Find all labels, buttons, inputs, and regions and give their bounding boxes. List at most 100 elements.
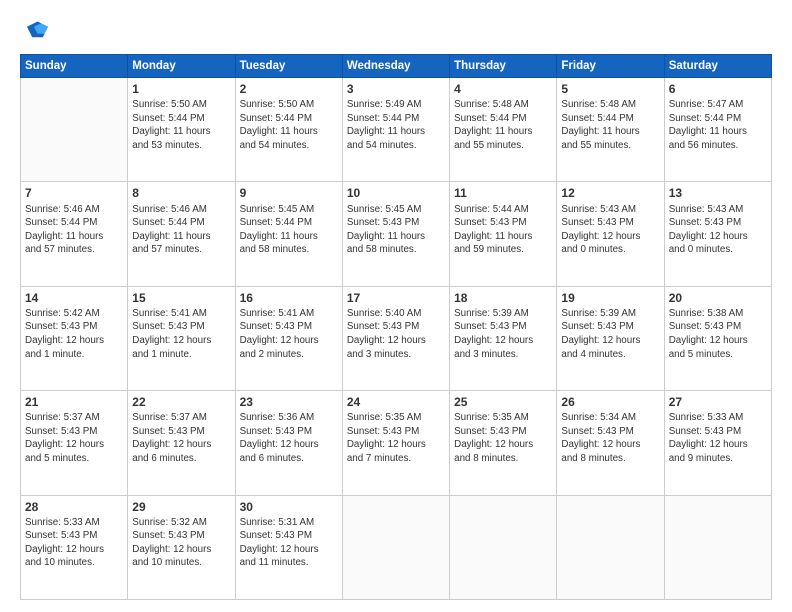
table-row: 11 Sunrise: 5:44 AM Sunset: 5:43 PM Dayli… xyxy=(450,182,557,286)
table-row: 23Sunrise: 5:36 AM Sunset: 5:43 PM Dayli… xyxy=(235,391,342,495)
table-row: 19Sunrise: 5:39 AM Sunset: 5:43 PM Dayli… xyxy=(557,286,664,390)
cell-info: Sunrise: 5:46 AM Sunset: 5:44 PM Dayligh… xyxy=(25,203,123,257)
cell-info: Sunrise: 5:39 AM Sunset: 5:43 PM Dayligh… xyxy=(561,307,659,361)
cell-info: Sunrise: 5:41 AM Sunset: 5:43 PM Dayligh… xyxy=(132,307,230,361)
table-row: 27Sunrise: 5:33 AM Sunset: 5:43 PM Dayli… xyxy=(664,391,771,495)
cell-info: Sunrise: 5:37 AM Sunset: 5:43 PM Dayligh… xyxy=(25,411,123,465)
cell-info: Sunrise: 5:37 AM Sunset: 5:43 PM Dayligh… xyxy=(132,411,230,465)
header-wednesday: Wednesday xyxy=(342,55,449,78)
cell-info: Sunrise: 5:46 AM Sunset: 5:44 PM Dayligh… xyxy=(132,203,230,257)
cell-info: Sunrise: 5:42 AM Sunset: 5:43 PM Dayligh… xyxy=(25,307,123,361)
table-row xyxy=(450,495,557,599)
table-row: 25Sunrise: 5:35 AM Sunset: 5:43 PM Dayli… xyxy=(450,391,557,495)
cell-info: Sunrise: 5:35 AM Sunset: 5:43 PM Dayligh… xyxy=(347,411,445,465)
day-number: 22 xyxy=(132,394,230,410)
day-number: 8 xyxy=(132,185,230,201)
table-row xyxy=(557,495,664,599)
day-number: 14 xyxy=(25,290,123,306)
calendar-week-row: 28Sunrise: 5:33 AM Sunset: 5:43 PM Dayli… xyxy=(21,495,772,599)
day-number: 24 xyxy=(347,394,445,410)
table-row: 29Sunrise: 5:32 AM Sunset: 5:43 PM Dayli… xyxy=(128,495,235,599)
header-tuesday: Tuesday xyxy=(235,55,342,78)
cell-info: Sunrise: 5:41 AM Sunset: 5:43 PM Dayligh… xyxy=(240,307,338,361)
day-number: 1 xyxy=(132,81,230,97)
day-number: 29 xyxy=(132,499,230,515)
day-number: 19 xyxy=(561,290,659,306)
cell-info: Sunrise: 5:43 AM Sunset: 5:43 PM Dayligh… xyxy=(561,203,659,257)
cell-info: Sunrise: 5:33 AM Sunset: 5:43 PM Dayligh… xyxy=(25,516,123,570)
day-number: 11 xyxy=(454,185,552,201)
table-row: 9 Sunrise: 5:45 AM Sunset: 5:44 PM Daylig… xyxy=(235,182,342,286)
table-row: 7 Sunrise: 5:46 AM Sunset: 5:44 PM Daylig… xyxy=(21,182,128,286)
header-friday: Friday xyxy=(557,55,664,78)
day-number: 23 xyxy=(240,394,338,410)
day-number: 17 xyxy=(347,290,445,306)
table-row: 20Sunrise: 5:38 AM Sunset: 5:43 PM Dayli… xyxy=(664,286,771,390)
calendar-week-row: 1Sunrise: 5:50 AM Sunset: 5:44 PM Daylig… xyxy=(21,78,772,182)
cell-info: Sunrise: 5:43 AM Sunset: 5:43 PM Dayligh… xyxy=(669,203,767,257)
day-number: 13 xyxy=(669,185,767,201)
day-number: 12 xyxy=(561,185,659,201)
calendar-week-row: 14Sunrise: 5:42 AM Sunset: 5:43 PM Dayli… xyxy=(21,286,772,390)
table-row: 13 Sunrise: 5:43 AM Sunset: 5:43 PM Dayli… xyxy=(664,182,771,286)
day-number: 3 xyxy=(347,81,445,97)
day-number: 30 xyxy=(240,499,338,515)
table-row: 21Sunrise: 5:37 AM Sunset: 5:43 PM Dayli… xyxy=(21,391,128,495)
table-row: 26Sunrise: 5:34 AM Sunset: 5:43 PM Dayli… xyxy=(557,391,664,495)
cell-info: Sunrise: 5:45 AM Sunset: 5:43 PM Dayligh… xyxy=(347,203,445,257)
calendar-week-row: 7 Sunrise: 5:46 AM Sunset: 5:44 PM Daylig… xyxy=(21,182,772,286)
day-number: 7 xyxy=(25,185,123,201)
table-row: 8 Sunrise: 5:46 AM Sunset: 5:44 PM Daylig… xyxy=(128,182,235,286)
table-row: 3Sunrise: 5:49 AM Sunset: 5:44 PM Daylig… xyxy=(342,78,449,182)
cell-info: Sunrise: 5:47 AM Sunset: 5:44 PM Dayligh… xyxy=(669,98,767,152)
table-row: 28Sunrise: 5:33 AM Sunset: 5:43 PM Dayli… xyxy=(21,495,128,599)
table-row: 17Sunrise: 5:40 AM Sunset: 5:43 PM Dayli… xyxy=(342,286,449,390)
day-number: 10 xyxy=(347,185,445,201)
table-row: 30Sunrise: 5:31 AM Sunset: 5:43 PM Dayli… xyxy=(235,495,342,599)
cell-info: Sunrise: 5:32 AM Sunset: 5:43 PM Dayligh… xyxy=(132,516,230,570)
day-number: 9 xyxy=(240,185,338,201)
table-row: 22Sunrise: 5:37 AM Sunset: 5:43 PM Dayli… xyxy=(128,391,235,495)
day-number: 20 xyxy=(669,290,767,306)
logo-icon xyxy=(20,18,48,46)
cell-info: Sunrise: 5:38 AM Sunset: 5:43 PM Dayligh… xyxy=(669,307,767,361)
header-thursday: Thursday xyxy=(450,55,557,78)
day-number: 2 xyxy=(240,81,338,97)
day-number: 5 xyxy=(561,81,659,97)
header-sunday: Sunday xyxy=(21,55,128,78)
header-monday: Monday xyxy=(128,55,235,78)
day-number: 25 xyxy=(454,394,552,410)
table-row: 18Sunrise: 5:39 AM Sunset: 5:43 PM Dayli… xyxy=(450,286,557,390)
cell-info: Sunrise: 5:44 AM Sunset: 5:43 PM Dayligh… xyxy=(454,203,552,257)
logo xyxy=(20,18,52,46)
table-row: 10 Sunrise: 5:45 AM Sunset: 5:43 PM Dayli… xyxy=(342,182,449,286)
cell-info: Sunrise: 5:50 AM Sunset: 5:44 PM Dayligh… xyxy=(132,98,230,152)
table-row xyxy=(664,495,771,599)
day-number: 16 xyxy=(240,290,338,306)
calendar-week-row: 21Sunrise: 5:37 AM Sunset: 5:43 PM Dayli… xyxy=(21,391,772,495)
table-row: 24Sunrise: 5:35 AM Sunset: 5:43 PM Dayli… xyxy=(342,391,449,495)
cell-info: Sunrise: 5:48 AM Sunset: 5:44 PM Dayligh… xyxy=(454,98,552,152)
table-row xyxy=(21,78,128,182)
day-number: 15 xyxy=(132,290,230,306)
table-row: 14Sunrise: 5:42 AM Sunset: 5:43 PM Dayli… xyxy=(21,286,128,390)
table-row: 1Sunrise: 5:50 AM Sunset: 5:44 PM Daylig… xyxy=(128,78,235,182)
cell-info: Sunrise: 5:50 AM Sunset: 5:44 PM Dayligh… xyxy=(240,98,338,152)
table-row: 12 Sunrise: 5:43 AM Sunset: 5:43 PM Dayli… xyxy=(557,182,664,286)
header-saturday: Saturday xyxy=(664,55,771,78)
day-number: 18 xyxy=(454,290,552,306)
table-row xyxy=(342,495,449,599)
day-number: 26 xyxy=(561,394,659,410)
weekday-header-row: Sunday Monday Tuesday Wednesday Thursday… xyxy=(21,55,772,78)
cell-info: Sunrise: 5:31 AM Sunset: 5:43 PM Dayligh… xyxy=(240,516,338,570)
day-number: 27 xyxy=(669,394,767,410)
day-number: 21 xyxy=(25,394,123,410)
cell-info: Sunrise: 5:35 AM Sunset: 5:43 PM Dayligh… xyxy=(454,411,552,465)
table-row: 15Sunrise: 5:41 AM Sunset: 5:43 PM Dayli… xyxy=(128,286,235,390)
cell-info: Sunrise: 5:40 AM Sunset: 5:43 PM Dayligh… xyxy=(347,307,445,361)
table-row: 4Sunrise: 5:48 AM Sunset: 5:44 PM Daylig… xyxy=(450,78,557,182)
calendar-table: Sunday Monday Tuesday Wednesday Thursday… xyxy=(20,54,772,600)
cell-info: Sunrise: 5:49 AM Sunset: 5:44 PM Dayligh… xyxy=(347,98,445,152)
cell-info: Sunrise: 5:45 AM Sunset: 5:44 PM Dayligh… xyxy=(240,203,338,257)
cell-info: Sunrise: 5:33 AM Sunset: 5:43 PM Dayligh… xyxy=(669,411,767,465)
